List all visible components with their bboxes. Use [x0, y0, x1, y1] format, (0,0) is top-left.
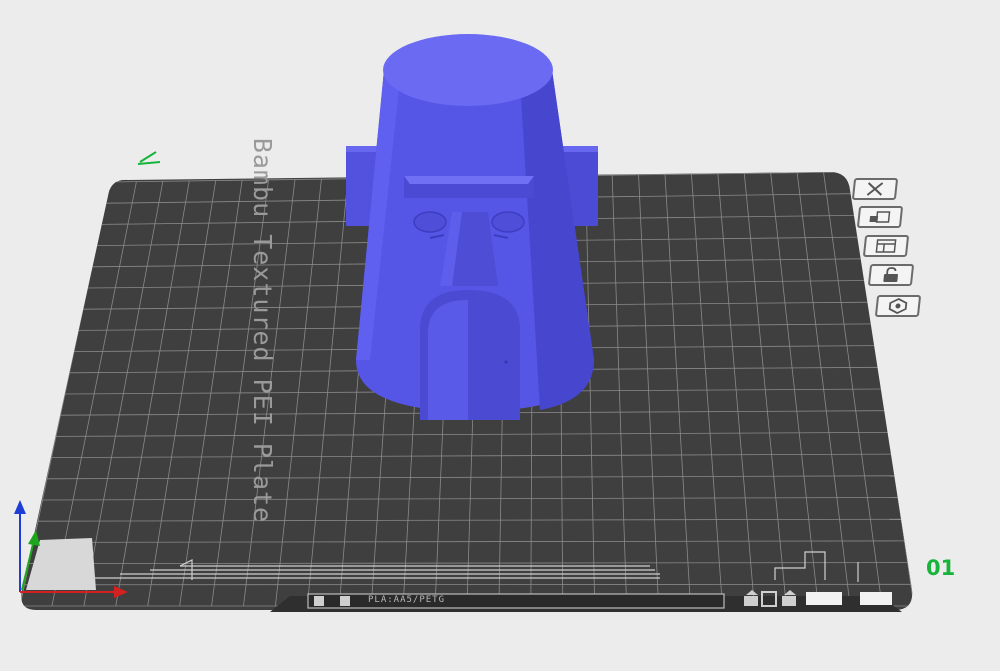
remove-plate-button[interactable] [851, 178, 899, 200]
plate-number[interactable]: 01 [926, 556, 955, 580]
lock-icon [883, 267, 899, 282]
info-bar-slot [806, 592, 842, 605]
arrange-button[interactable] [862, 235, 910, 257]
close-plate-icon [866, 182, 884, 196]
build-plate-scene[interactable] [0, 0, 1000, 671]
plate-name-label: Bambu Textured PEI Plate [248, 137, 278, 524]
lock-plate-button[interactable] [867, 264, 915, 286]
plate-settings-button[interactable] [874, 295, 922, 317]
auto-orient-button[interactable] [856, 206, 904, 228]
arrange-icon [869, 211, 891, 223]
grid-line [24, 583, 911, 586]
model-object[interactable] [346, 34, 598, 420]
settings-icon [888, 298, 908, 314]
layout-icon [875, 239, 897, 253]
filament-info-text: PLA:AA5/PETG [368, 595, 446, 605]
3d-viewport[interactable]: Bambu Textured PEI Plate 01 PLA:AA5/PETG [0, 0, 1000, 671]
edit-plate-name-icon[interactable] [137, 151, 161, 165]
